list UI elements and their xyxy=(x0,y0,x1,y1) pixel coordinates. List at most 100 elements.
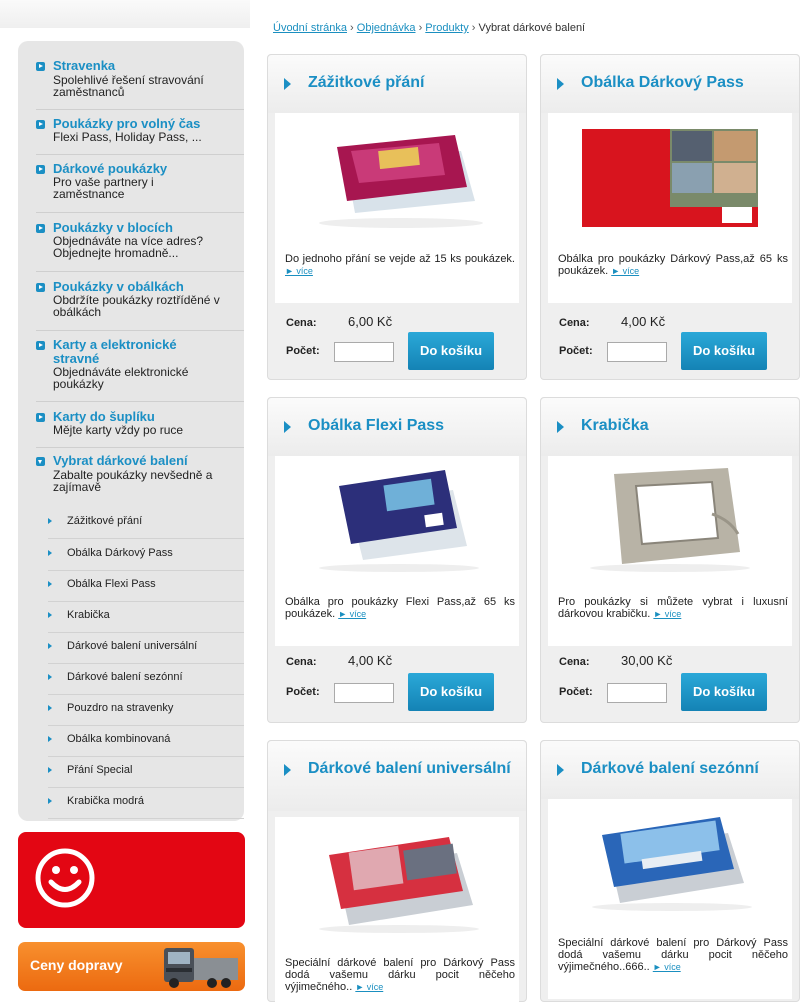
product-card-sezonni: Dárkové balení sezónní Speciální dárkové… xyxy=(540,740,800,1002)
subitem-kombinovana[interactable]: Obálka kombinovaná xyxy=(48,725,244,757)
product-body: Obálka pro poukázky Flexi Pass,až 65 ks … xyxy=(275,456,519,646)
sidebar-item-title[interactable]: Poukázky pro volný čas xyxy=(53,117,243,131)
product-image[interactable] xyxy=(289,464,505,574)
top-shade xyxy=(0,0,250,28)
subitem-label[interactable]: Dárkové balení universální xyxy=(67,640,197,652)
sidebar-item-title[interactable]: Karty do šuplíku xyxy=(53,410,243,424)
truck-icon xyxy=(164,948,238,988)
product-desc: Do jednoho přání se vejde až 15 ks pouká… xyxy=(285,253,515,277)
qty-label: Počet: xyxy=(286,686,320,698)
breadcrumb-separator: › xyxy=(418,22,423,34)
product-body: Pro poukázky si můžete vybrat i luxusní … xyxy=(548,456,792,646)
product-desc-text: Obálka pro poukázky Flexi Pass,až 65 ks … xyxy=(285,596,515,620)
subitem-obalka-flexi-pass[interactable]: Obálka Flexi Pass xyxy=(48,570,244,602)
product-title[interactable]: Dárkové balení sezónní xyxy=(581,759,791,779)
product-image[interactable] xyxy=(562,121,778,231)
sidebar-item-obalky[interactable]: Poukázky v obálkách Obdržíte poukázky ro… xyxy=(36,280,244,331)
subitem-label[interactable]: Pouzdro na stravenky xyxy=(67,702,173,714)
smiley-icon xyxy=(35,848,95,908)
sidebar-item-title[interactable]: Dárkové poukázky xyxy=(53,162,243,176)
add-to-cart-button[interactable]: Do košíku xyxy=(408,332,494,370)
subitem-krabicka[interactable]: Krabička xyxy=(48,601,244,633)
chevron-down-icon xyxy=(36,457,45,466)
subitem-label[interactable]: Obálka Flexi Pass xyxy=(67,578,156,590)
breadcrumb-home-link[interactable]: Úvodní stránka xyxy=(273,22,347,34)
subitem-label[interactable]: Zážitkové přání xyxy=(67,515,142,527)
more-link[interactable]: ► více xyxy=(653,962,681,972)
sidebar-item-bloky[interactable]: Poukázky v blocích Objednáváte na více a… xyxy=(36,221,244,272)
subitem-label[interactable]: Krabička xyxy=(67,609,110,621)
subitem-krabicka-modra[interactable]: Krabička modrá xyxy=(48,787,244,819)
qty-input[interactable] xyxy=(334,342,394,362)
add-to-cart-button[interactable]: Do košíku xyxy=(681,673,767,711)
subitem-pouzdro[interactable]: Pouzdro na stravenky xyxy=(48,694,244,726)
product-title[interactable]: Obálka Dárkový Pass xyxy=(581,73,791,93)
breadcrumb-order-link[interactable]: Objednávka xyxy=(357,22,416,34)
more-link[interactable]: ► více xyxy=(285,266,313,276)
add-to-cart-button[interactable]: Do košíku xyxy=(681,332,767,370)
price-value: 4,00 Kč xyxy=(621,314,666,329)
arrow-icon xyxy=(284,764,291,776)
sidebar-item-darkove-baleni[interactable]: Vybrat dárkové balení Zabalte poukázky n… xyxy=(36,454,244,504)
breadcrumb-current: Vybrat dárkové balení xyxy=(478,22,586,34)
product-title[interactable]: Krabička xyxy=(581,416,791,436)
bullet-icon xyxy=(36,413,45,422)
price-value: 6,00 Kč xyxy=(348,314,393,329)
product-image[interactable] xyxy=(562,464,778,574)
subitem-sezonni[interactable]: Dárkové balení sezónní xyxy=(48,663,244,695)
sidebar-item-volny-cas[interactable]: Poukázky pro volný čas Flexi Pass, Holid… xyxy=(36,117,244,155)
subitem-obalka-darkovy-pass[interactable]: Obálka Dárkový Pass xyxy=(48,539,244,571)
product-card-univerzalni: Dárkové balení universální Speciální dár… xyxy=(267,740,527,1007)
sidebar-item-desc: Flexi Pass, Holiday Pass, ... xyxy=(53,130,202,144)
sidebar-item-desc: Mějte karty vždy po ruce xyxy=(53,423,184,437)
qty-input[interactable] xyxy=(334,683,394,703)
subitem-label[interactable]: Přání Special xyxy=(67,764,132,776)
subitem-label[interactable]: Obálka kombinovaná xyxy=(67,733,170,745)
sidebar-item-karty-supliku[interactable]: Karty do šuplíku Mějte karty vždy po ruc… xyxy=(36,410,244,448)
product-body: Speciální dárkové balení pro Dárkový Pas… xyxy=(548,799,792,999)
product-card-obalka-darkovy-pass: Obálka Dárkový Pass Obálka pro poukázky … xyxy=(540,54,800,380)
product-desc: Obálka pro poukázky Flexi Pass,až 65 ks … xyxy=(285,596,515,620)
shipping-label[interactable]: Ceny dopravy xyxy=(30,957,123,973)
product-title[interactable]: Dárkové balení universální xyxy=(308,759,518,779)
subitem-label[interactable]: Obálka Dárkový Pass xyxy=(67,547,173,559)
sidebar-item-title[interactable]: Vybrat dárkové balení xyxy=(53,454,243,468)
sidebar-item-stravenka[interactable]: Stravenka Spolehlivé řešení stravování z… xyxy=(36,59,244,110)
subitem-prani-special[interactable]: Přání Special xyxy=(48,756,244,788)
subitem-label[interactable]: Krabička modrá xyxy=(67,795,144,807)
price-label: Cena: xyxy=(559,656,590,668)
more-link[interactable]: ► více xyxy=(611,266,639,276)
price-label: Cena: xyxy=(559,317,590,329)
bullet-icon xyxy=(36,341,45,350)
product-title[interactable]: Obálka Flexi Pass xyxy=(308,416,518,436)
price-label: Cena: xyxy=(286,317,317,329)
qty-label: Počet: xyxy=(286,345,320,357)
sidebar-item-karty[interactable]: Karty a elektronické stravné Objednáváte… xyxy=(36,338,244,402)
breadcrumb-products-link[interactable]: Produkty xyxy=(425,22,468,34)
product-image[interactable] xyxy=(289,121,505,231)
subitem-zazitkove-prani[interactable]: Zážitkové přání xyxy=(48,507,244,539)
product-image[interactable] xyxy=(562,807,778,917)
shipping-prices-banner[interactable]: Ceny dopravy xyxy=(18,942,245,991)
arrow-icon xyxy=(48,798,52,804)
smiley-banner[interactable] xyxy=(18,832,245,928)
add-to-cart-button[interactable]: Do košíku xyxy=(408,673,494,711)
product-title[interactable]: Zážitkové přání xyxy=(308,73,518,93)
sidebar-item-title[interactable]: Karty a elektronické stravné xyxy=(53,338,203,366)
arrow-icon xyxy=(48,767,52,773)
sidebar-item-title[interactable]: Poukázky v blocích xyxy=(53,221,243,235)
sidebar-item-darkove-poukazky[interactable]: Dárkové poukázky Pro vaše partnery i zam… xyxy=(36,162,244,213)
more-link[interactable]: ► více xyxy=(338,609,366,619)
product-image[interactable] xyxy=(289,825,505,935)
bullet-icon xyxy=(36,62,45,71)
sidebar-item-title[interactable]: Stravenka xyxy=(53,59,243,73)
product-body: Do jednoho přání se vejde až 15 ks pouká… xyxy=(275,113,519,303)
qty-input[interactable] xyxy=(607,342,667,362)
qty-input[interactable] xyxy=(607,683,667,703)
sidebar-item-title[interactable]: Poukázky v obálkách xyxy=(53,280,243,294)
more-link[interactable]: ► více xyxy=(653,609,681,619)
sidebar-item-desc: Spolehlivé řešení stravování zaměstnanců xyxy=(53,73,204,99)
subitem-univerzalni[interactable]: Dárkové balení universální xyxy=(48,632,244,664)
subitem-label[interactable]: Dárkové balení sezónní xyxy=(67,671,183,683)
arrow-icon xyxy=(48,612,52,618)
